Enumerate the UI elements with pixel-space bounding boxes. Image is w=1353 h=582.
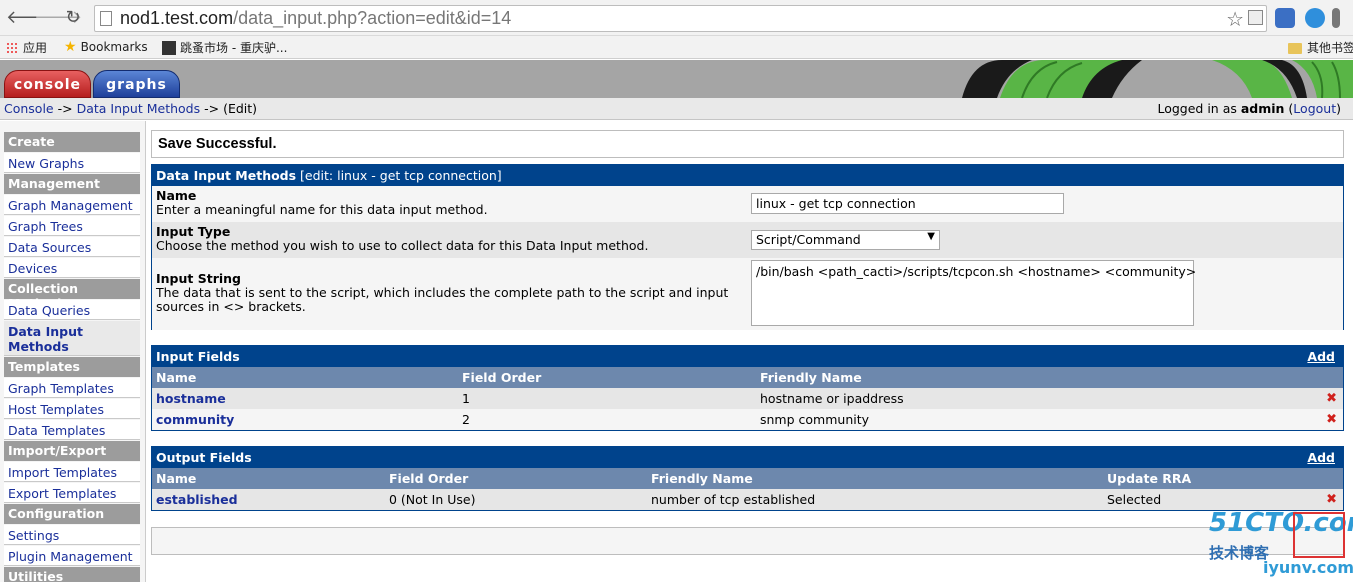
menu-item-devices[interactable]: Devices (4, 258, 140, 278)
bookmark-bookmarks[interactable]: ★ Bookmarks (64, 39, 148, 55)
col-field-order: Field Order (389, 471, 469, 486)
folder-icon (1288, 43, 1302, 54)
output-field-link[interactable]: established (156, 492, 238, 507)
menu-item-data-sources[interactable]: Data Sources (4, 237, 140, 257)
url-path: /data_input.php?action=edit&id=14 (233, 8, 512, 28)
delete-icon[interactable]: ✖ (1326, 391, 1337, 406)
bookmark-star-icon[interactable]: ☆ (1226, 7, 1244, 31)
table-row: established 0 (Not In Use) number of tcp… (152, 489, 1343, 510)
col-friendly-name: Friendly Name (651, 471, 753, 486)
username: admin (1240, 101, 1285, 116)
menu-header-import-export: Import/Export (4, 441, 140, 461)
url-text[interactable]: nod1.test.com/data_input.php?action=edit… (120, 8, 511, 29)
back-icon[interactable]: 🡐 (6, 7, 54, 29)
menu-header-create: Create (4, 132, 140, 152)
input-field-link[interactable]: community (156, 412, 234, 427)
breadcrumb-bar: Console -> Data Input Methods -> (Edit) … (0, 98, 1353, 120)
delete-icon[interactable]: ✖ (1326, 412, 1337, 427)
tab-console[interactable]: console (4, 70, 91, 98)
bookmark-apps[interactable]: 应用 (6, 39, 47, 56)
reload-icon[interactable]: ↻ (62, 7, 84, 29)
input-type-select[interactable]: Script/Command ▼ (751, 230, 940, 250)
field-label-input-type: Input Type (156, 224, 231, 239)
col-field-order: Field Order (462, 370, 542, 385)
apps-icon (6, 42, 18, 54)
cactus-logo (962, 60, 1353, 98)
menu-item-graph-templates[interactable]: Graph Templates (4, 378, 140, 398)
menu-item-graph-management[interactable]: Graph Management (4, 195, 140, 215)
extension-icon[interactable] (1248, 10, 1263, 25)
browser-toolbar: 🡐 🡒 ↻ nod1.test.com/data_input.php?actio… (0, 0, 1353, 36)
menu-item-plugin-management[interactable]: Plugin Management (4, 546, 140, 566)
extension-icon-2[interactable] (1305, 8, 1325, 28)
forward-icon[interactable]: 🡒 (34, 7, 82, 29)
url-host: nod1.test.com (120, 8, 234, 28)
table-row: community 2 snmp community ✖ (152, 409, 1343, 430)
menu-item-import-templates[interactable]: Import Templates (4, 462, 140, 482)
extension-icon-1[interactable] (1275, 8, 1295, 28)
col-friendly-name: Friendly Name (760, 370, 862, 385)
menu-item-host-templates[interactable]: Host Templates (4, 399, 140, 419)
menu-item-data-queries[interactable]: Data Queries (4, 300, 140, 320)
bookmarks-bar: 应用 ★ Bookmarks 跳蚤市场 - 重庆驴... 其他书签 (0, 36, 1353, 59)
chevron-down-icon: ▼ (927, 231, 935, 242)
tab-graphs[interactable]: graphs (93, 70, 180, 98)
field-desc-name: Enter a meaningful name for this data in… (156, 202, 488, 217)
address-bar[interactable]: nod1.test.com/data_input.php?action=edit… (94, 5, 1267, 32)
page-icon (100, 11, 112, 26)
field-label-input-string: Input String (156, 271, 241, 286)
menu-header-configuration: Configuration (4, 504, 140, 524)
col-update-rra: Update RRA (1107, 471, 1192, 486)
login-status: Logged in as admin (Logout) (1157, 101, 1341, 116)
output-fields-table: Output Fields Add Name Field Order Friend… (151, 446, 1344, 511)
breadcrumb-edit: (Edit) (223, 101, 258, 116)
left-menu: Create New Graphs Management Graph Manag… (0, 121, 146, 582)
input-fields-column-header: Name Field Order Friendly Name (152, 367, 1343, 388)
star-icon: ★ (64, 39, 77, 55)
menu-item-settings[interactable]: Settings (4, 525, 140, 545)
delete-icon[interactable]: ✖ (1326, 492, 1337, 507)
col-name: Name (156, 370, 197, 385)
breadcrumb: Console -> Data Input Methods -> (Edit) (4, 101, 258, 116)
add-output-field-button[interactable]: Add (1307, 450, 1335, 465)
field-row-input-string: Input String The data that is sent to the… (152, 258, 1343, 330)
field-row-input-type: Input Type Choose the method you wish to … (152, 222, 1343, 258)
form-save-bar (151, 527, 1344, 555)
breadcrumb-console[interactable]: Console (4, 101, 54, 116)
input-fields-table: Input Fields Add Name Field Order Friendl… (151, 345, 1344, 431)
save-message: Save Successful. (151, 130, 1344, 158)
menu-header-collection-methods: Collection Methods (4, 279, 140, 311)
logout-link[interactable]: Logout (1293, 101, 1336, 116)
input-string-textarea[interactable]: /bin/bash <path_cacti>/scripts/tcpcon.sh… (751, 260, 1196, 326)
watermark: 51CTO.com 技术博客 iyunv.com (1209, 508, 1353, 577)
menu-header-templates: Templates (4, 357, 140, 377)
field-row-name: Name Enter a meaningful name for this dat… (152, 186, 1343, 222)
col-name: Name (156, 471, 197, 486)
field-desc-input-string: The data that is sent to the script, whi… (156, 285, 729, 314)
bookmark-market[interactable]: 跳蚤市场 - 重庆驴... (162, 39, 287, 56)
breadcrumb-data-input-methods[interactable]: Data Input Methods (77, 101, 201, 116)
output-fields-header: Output Fields Add (152, 447, 1343, 468)
input-fields-header: Input Fields Add (152, 346, 1343, 367)
menu-item-data-templates[interactable]: Data Templates (4, 420, 140, 440)
add-input-field-button[interactable]: Add (1307, 349, 1335, 364)
field-desc-input-type: Choose the method you wish to use to col… (156, 238, 649, 253)
table-row: hostname 1 hostname or ipaddress ✖ (152, 388, 1343, 409)
form-header: Data Input Methods [edit: linux - get tc… (152, 165, 1343, 186)
menu-header-management: Management (4, 174, 140, 194)
menu-icon[interactable] (1332, 8, 1340, 28)
menu-item-data-input-methods[interactable]: Data Input Methods (4, 321, 140, 356)
menu-item-export-templates[interactable]: Export Templates (4, 483, 140, 503)
field-label-name: Name (156, 188, 197, 203)
favicon-icon (162, 41, 176, 55)
menu-item-new-graphs[interactable]: New Graphs (4, 153, 140, 173)
name-input[interactable]: linux - get tcp connection (751, 193, 1064, 214)
menu-item-graph-trees[interactable]: Graph Trees (4, 216, 140, 236)
bookmark-other[interactable]: 其他书签 (1288, 39, 1353, 56)
cacti-header: console graphs (0, 60, 1353, 98)
output-fields-column-header: Name Field Order Friendly Name Update RR… (152, 468, 1343, 489)
data-input-method-form: Data Input Methods [edit: linux - get tc… (151, 164, 1344, 330)
input-field-link[interactable]: hostname (156, 391, 226, 406)
menu-header-utilities: Utilities (4, 567, 140, 582)
